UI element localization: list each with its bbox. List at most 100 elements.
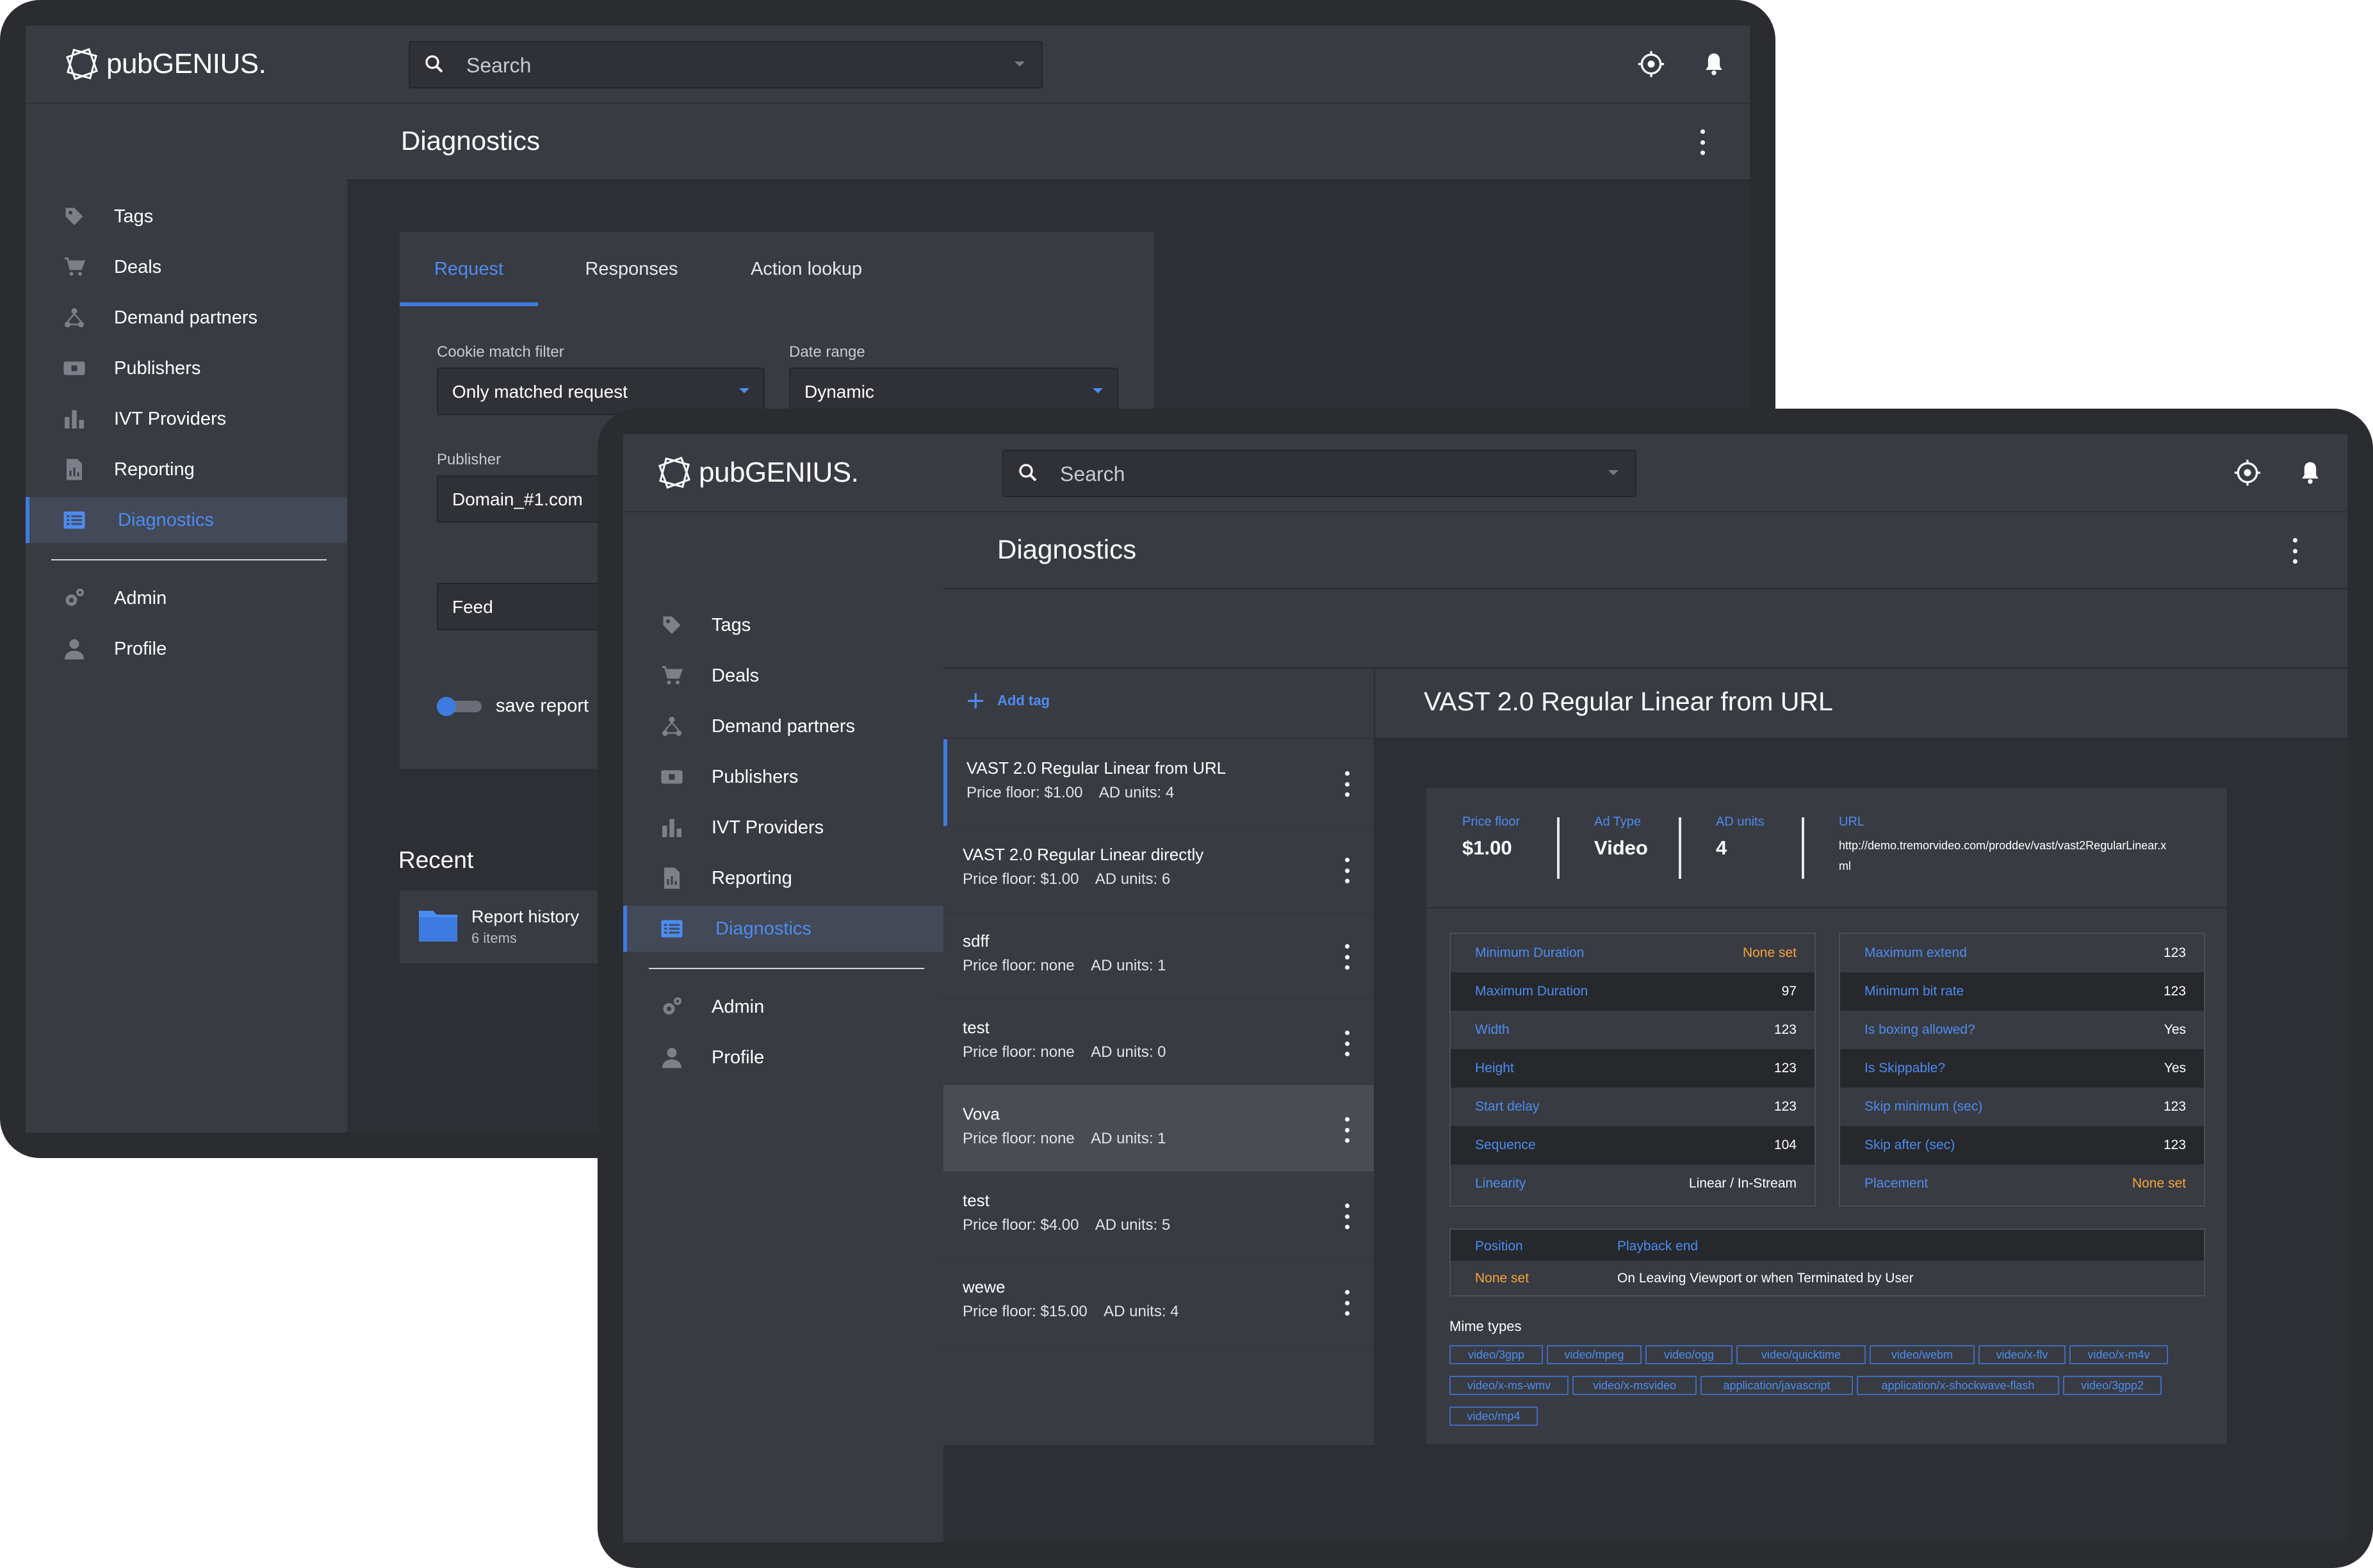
cart-icon: [65, 257, 86, 276]
search-input[interactable]: Search: [1002, 450, 1636, 497]
tag-list-item[interactable]: sdff Price floor: none AD units: 1: [943, 912, 1374, 999]
sidebar-item-demand-partners[interactable]: Demand partners: [623, 703, 945, 749]
tag-more-options-icon[interactable]: [1343, 1117, 1351, 1143]
folder-icon: [419, 911, 457, 942]
tag-list-item[interactable]: VAST 2.0 Regular Linear directly Price f…: [943, 826, 1374, 913]
table-row: Is Skippable? Yes: [1840, 1049, 2204, 1088]
sidebar-item-publishers[interactable]: Publishers: [623, 754, 945, 800]
url-value-line2[interactable]: ml: [1839, 860, 1851, 873]
tag-list-item[interactable]: test Price floor: $4.00 AD units: 5: [943, 1172, 1374, 1259]
tag-more-options-icon[interactable]: [1343, 1204, 1351, 1229]
sidebar-item-publishers[interactable]: Publishers: [26, 345, 347, 391]
tag-list-item[interactable]: wewe Price floor: $15.00 AD units: 4: [943, 1258, 1374, 1345]
chevron-down-icon: [1093, 388, 1103, 393]
sidebar-item-ivt-providers[interactable]: IVT Providers: [26, 396, 347, 442]
sidebar-item-reporting[interactable]: Reporting: [26, 446, 347, 493]
tab-responses[interactable]: Responses: [562, 232, 701, 306]
sidebar-item-label: Deals: [114, 257, 162, 277]
detail-header: VAST 2.0 Regular Linear from URL: [1375, 669, 2347, 739]
report-history-count: 6 items: [471, 930, 517, 946]
chevron-down-icon[interactable]: [1015, 61, 1025, 67]
table-row: Maximum extend 123: [1840, 934, 2204, 972]
sidebar-item-label: Tags: [712, 615, 751, 635]
publisher-label: Publisher: [437, 451, 502, 468]
brand-logo[interactable]: pubGENIUS.: [655, 453, 859, 492]
price-floor-value: $1.00: [1462, 837, 1512, 859]
mime-chip: video/mp4: [1449, 1407, 1538, 1426]
chevron-down-icon: [739, 388, 749, 393]
brand-logo[interactable]: pubGENIUS.: [63, 45, 266, 83]
tag-more-options-icon[interactable]: [1343, 771, 1351, 797]
sidebar-item-deals[interactable]: Deals: [623, 653, 945, 699]
sidebar-item-reporting[interactable]: Reporting: [623, 855, 945, 901]
top-bar: pubGENIUS. Search: [623, 434, 2347, 512]
chevron-down-icon[interactable]: [1608, 470, 1619, 475]
tag-list-item[interactable]: Vova Price floor: none AD units: 1: [943, 1085, 1374, 1172]
position-table: Position Playback end None set On Leavin…: [1449, 1229, 2205, 1296]
tag-more-options-icon[interactable]: [1343, 858, 1351, 883]
sidebar-item-tags[interactable]: Tags: [623, 602, 945, 648]
bell-icon[interactable]: [1700, 50, 1728, 78]
search-input[interactable]: Search: [409, 41, 1043, 88]
person-icon: [65, 639, 84, 660]
bell-icon[interactable]: [2296, 459, 2324, 487]
sidebar-item-deals[interactable]: Deals: [26, 244, 347, 290]
position-header-row: Position Playback end: [1451, 1230, 2204, 1261]
sidebar-item-demand-partners[interactable]: Demand partners: [26, 295, 347, 341]
tag-more-options-icon[interactable]: [1343, 1031, 1351, 1056]
sidebar-item-diagnostics[interactable]: Diagnostics: [623, 906, 943, 952]
sidebar-item-ivt-providers[interactable]: IVT Providers: [623, 804, 945, 851]
publisher-card-icon: [63, 361, 85, 375]
date-range-label: Date range: [789, 343, 865, 361]
table-row: Minimum Duration None set: [1451, 934, 1814, 972]
tag-title: test: [963, 1018, 990, 1037]
ad-units-label: AD units: [1716, 815, 1765, 829]
mime-chip: video/3gpp2: [2063, 1376, 2162, 1395]
sidebar-item-label: Diagnostics: [118, 510, 214, 530]
sidebar-item-label: Demand partners: [114, 307, 258, 328]
report-document-icon: [664, 867, 680, 889]
table-row: Minimum bit rate 123: [1840, 972, 2204, 1011]
mime-chip: video/x-flv: [1978, 1345, 2066, 1364]
save-report-toggle[interactable]: [437, 697, 483, 716]
more-options-icon[interactable]: [2291, 538, 2299, 564]
tag-more-options-icon[interactable]: [1343, 1290, 1351, 1316]
url-value-line1[interactable]: http://demo.tremorvideo.com/proddev/vast…: [1839, 839, 2166, 853]
sidebar-item-admin[interactable]: Admin: [26, 575, 347, 621]
tab-action-lookup[interactable]: Action lookup: [720, 232, 893, 306]
save-report-label: save report: [496, 696, 589, 716]
table-row: Placement None set: [1840, 1164, 2204, 1203]
sidebar-item-profile[interactable]: Profile: [26, 626, 347, 672]
sidebar-item-label: Publishers: [114, 358, 201, 379]
sidebar-item-profile[interactable]: Profile: [623, 1034, 945, 1081]
sidebar-item-tags[interactable]: Tags: [26, 193, 347, 240]
crosshair-icon[interactable]: [2233, 459, 2262, 487]
tag-list-item[interactable]: VAST 2.0 Regular Linear from URL Price f…: [943, 739, 1374, 826]
tag-list-panel: Add tag VAST 2.0 Regular Linear from URL…: [943, 669, 1374, 1445]
sidebar-item-label: IVT Providers: [114, 409, 227, 429]
sidebar-item-admin[interactable]: Admin: [623, 984, 945, 1030]
mime-chip: video/x-m4v: [2069, 1345, 2168, 1364]
more-options-icon[interactable]: [1699, 129, 1706, 155]
brand-name: pubGENIUS.: [699, 457, 859, 488]
tag-more-options-icon[interactable]: [1343, 944, 1351, 970]
sidebar-item-label: Admin: [712, 997, 765, 1017]
table-row: Is boxing allowed? Yes: [1840, 1011, 2204, 1049]
cookie-filter-select[interactable]: Only matched request: [437, 368, 765, 415]
divider: [1557, 817, 1560, 879]
playback-end-header: Playback end: [1617, 1239, 1699, 1254]
crosshair-icon[interactable]: [1637, 50, 1665, 78]
date-range-select[interactable]: Dynamic: [789, 368, 1118, 415]
tag-list-item[interactable]: test Price floor: none AD units: 0: [943, 999, 1374, 1086]
tab-request[interactable]: Request: [400, 232, 538, 306]
divider: [1802, 817, 1804, 879]
publisher-value: Domain_#1.com: [452, 489, 583, 509]
list-view-icon: [63, 511, 85, 529]
bar-chart-icon: [662, 819, 681, 837]
sidebar-item-diagnostics[interactable]: Diagnostics: [26, 497, 347, 543]
search-icon: [425, 55, 443, 73]
add-tag-button[interactable]: Add tag: [965, 690, 1050, 711]
table-row: Sequence 104: [1451, 1126, 1814, 1164]
tag-title: wewe: [963, 1277, 1006, 1296]
playback-end-value: On Leaving Viewport or when Terminated b…: [1617, 1271, 1914, 1286]
